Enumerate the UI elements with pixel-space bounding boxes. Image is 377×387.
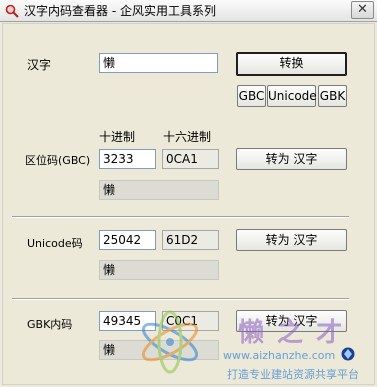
close-button[interactable]: ✕ <box>351 1 374 19</box>
unicode-result-field: 懒 <box>99 260 219 280</box>
quwei-label: 区位码(GBC) <box>25 154 91 167</box>
window-title: 汉字内码查看器 - 企风实用工具系列 <box>24 4 216 18</box>
watermark-slogan: 打造专业建站资源共享平台 <box>227 368 359 381</box>
watermark-logo-icon <box>141 310 199 374</box>
magnifier-app-icon <box>5 4 19 18</box>
decimal-column-header: 十进制 <box>99 130 136 144</box>
watermark-diamond-icon <box>341 347 355 361</box>
watermark-brand: 懒 之 才 <box>238 318 345 348</box>
unicode-decimal-field[interactable]: 25042 <box>99 230 156 250</box>
quwei-hex-field[interactable]: 0CA1 <box>162 149 219 169</box>
gbc-button[interactable]: GBC <box>237 85 266 107</box>
watermark-url: www.aizhanzhe.com <box>223 349 336 362</box>
quwei-decimal-field[interactable]: 3233 <box>99 149 156 169</box>
unicode-hex-field[interactable]: 61D2 <box>162 230 219 250</box>
unicode-label: Unicode码 <box>27 237 83 250</box>
divider <box>12 216 349 218</box>
divider <box>12 298 349 300</box>
gbk-button[interactable]: GBK <box>318 85 347 107</box>
unicode-button[interactable]: Unicode <box>267 85 317 107</box>
quwei-result-field: 懒 <box>99 180 219 200</box>
hanzi-input[interactable]: 懒 <box>99 53 218 73</box>
convert-button[interactable]: 转换 <box>236 52 347 76</box>
hex-column-header: 十六进制 <box>163 130 212 144</box>
title-bar: 汉字内码查看器 - 企风实用工具系列 ✕ <box>0 0 377 22</box>
quwei-to-hanzi-button[interactable]: 转为 汉字 <box>236 148 347 170</box>
unicode-to-hanzi-button[interactable]: 转为 汉字 <box>236 229 347 251</box>
gbk-label: GBK内码 <box>27 318 73 331</box>
main-panel: 汉字 懒 转换 GBC Unicode GBK 十进制 十六进制 区位码(GBC… <box>2 23 375 385</box>
hanzi-label: 汉字 <box>27 58 52 72</box>
